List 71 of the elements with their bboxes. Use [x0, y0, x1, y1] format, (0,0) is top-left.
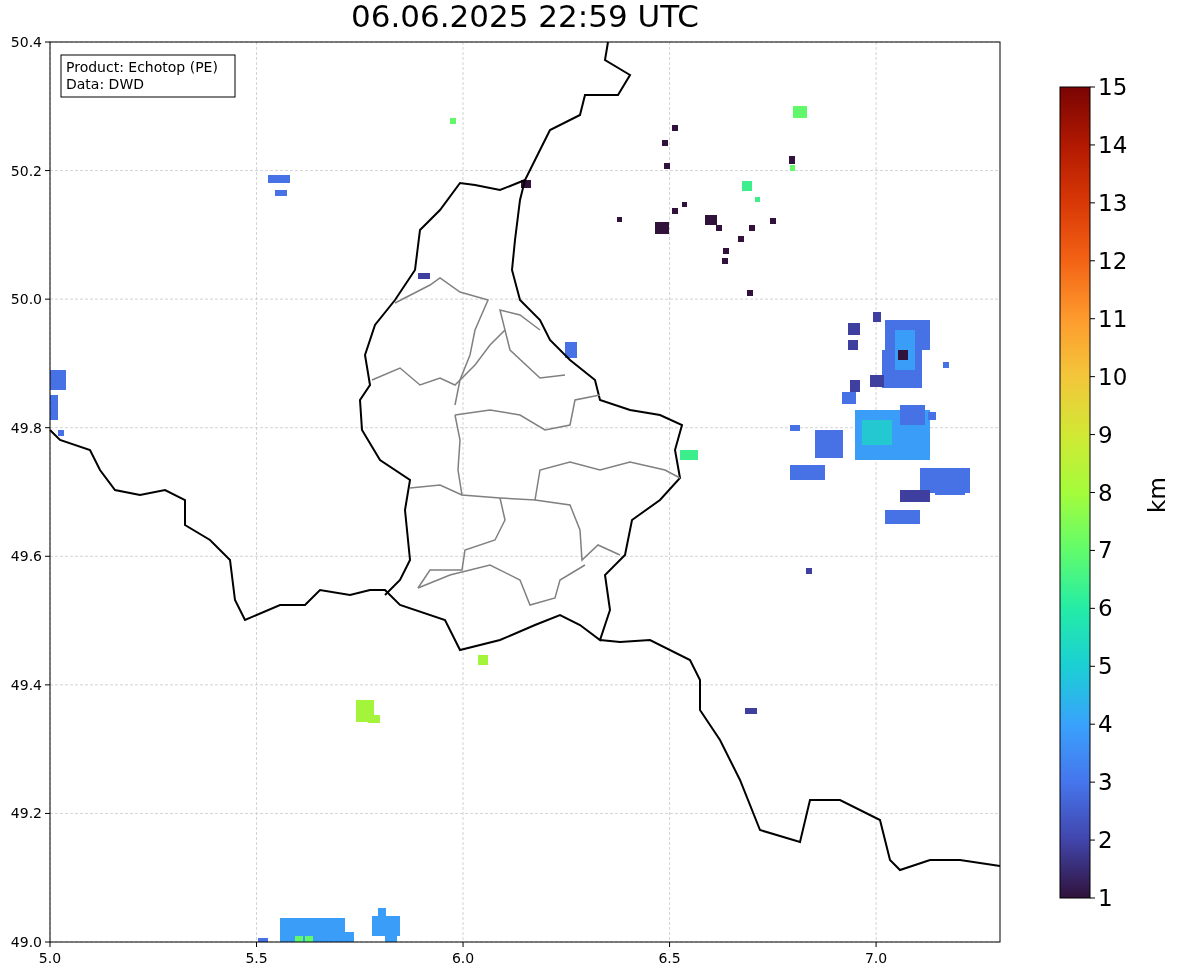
- colorbar-tick-label: 3: [1098, 769, 1113, 796]
- colorbar-tick-label: 10: [1098, 363, 1128, 390]
- tick-mark: [44, 170, 51, 172]
- axis-tick-label: 50.0: [10, 291, 42, 308]
- colorbar-tick-label: 14: [1098, 131, 1128, 158]
- axis-tick-label: 49.6: [10, 548, 42, 565]
- colorbar-tick-label: 4: [1098, 711, 1113, 738]
- axis-tick-label: 49.4: [10, 676, 42, 693]
- chart-title: 06.06.2025 22:59 UTC: [351, 0, 699, 34]
- tick-mark: [44, 684, 51, 686]
- axis-tick-label: 49.2: [10, 805, 42, 822]
- colorbar-tick-label: 6: [1098, 595, 1113, 622]
- tick-mark: [1089, 723, 1096, 725]
- axis-tick-label: 50.2: [10, 162, 42, 179]
- axis-tick-label: 7.0: [864, 950, 888, 966]
- tick-mark: [1089, 839, 1096, 841]
- tick-mark: [1089, 549, 1096, 551]
- axis-tick-label: 49.8: [10, 419, 42, 436]
- axis-tick-label: 6.5: [658, 950, 681, 966]
- colorbar-tick-label: 8: [1098, 479, 1113, 506]
- tick-mark: [1089, 260, 1096, 262]
- tick-mark: [1089, 202, 1096, 204]
- colorbar-tick-label: 5: [1098, 653, 1113, 680]
- tick-mark: [256, 941, 257, 948]
- info-text: Product: Echotop (PE): [66, 59, 218, 75]
- colorbar-tick-label: 15: [1098, 74, 1128, 100]
- tick-mark: [1089, 86, 1096, 88]
- axis-tick-label: 6.0: [451, 950, 475, 966]
- radar-echo: [478, 655, 488, 665]
- colorbar-tick-label: 12: [1098, 247, 1128, 274]
- info-text: Data: DWD: [66, 76, 144, 92]
- axis-tick-label: 50.4: [10, 34, 42, 50]
- axis-tick-label: 5.0: [38, 950, 62, 966]
- radar-echo: [50, 370, 66, 436]
- axis-tick-label: 5.5: [245, 950, 268, 966]
- tick-mark: [1089, 781, 1096, 783]
- tick-mark: [1089, 897, 1096, 899]
- tick-mark: [1089, 144, 1096, 146]
- radar-echo: [790, 425, 843, 480]
- tick-mark: [875, 941, 877, 948]
- tick-mark: [1089, 318, 1096, 320]
- tick-mark: [1089, 492, 1096, 493]
- radar-echo: [565, 342, 577, 358]
- tick-mark: [44, 555, 51, 557]
- radar-echo: [372, 908, 400, 942]
- radar-echo: [418, 273, 430, 279]
- radar-echo: [806, 568, 812, 574]
- colorbar-tick-label: 2: [1098, 827, 1113, 854]
- radar-echo: [745, 708, 757, 714]
- tick-mark: [669, 941, 671, 948]
- colorbar-tick-label: 13: [1098, 189, 1128, 216]
- colorbar-tick-label: 11: [1098, 305, 1128, 332]
- colorbar-tick-label: 7: [1098, 537, 1113, 564]
- tick-mark: [44, 41, 51, 43]
- radar-echo: [268, 175, 290, 196]
- tick-mark: [1089, 665, 1096, 667]
- axis-tick-label: 49.0: [10, 934, 42, 950]
- tick-mark: [1089, 607, 1096, 609]
- tick-mark: [462, 941, 464, 948]
- radar-echo: [356, 700, 380, 723]
- radar-echo: [521, 180, 531, 188]
- tick-mark: [44, 427, 51, 429]
- radar-echo: [450, 118, 456, 124]
- radar-echo: [680, 450, 698, 460]
- colorbar-tick-label: 1: [1098, 885, 1113, 911]
- tick-mark: [44, 298, 51, 300]
- tick-mark: [1089, 434, 1096, 436]
- tick-mark: [1089, 376, 1096, 378]
- tick-mark: [44, 812, 51, 814]
- colorbar-label: km: [1144, 477, 1170, 513]
- colorbar-tick-label: 9: [1098, 421, 1113, 448]
